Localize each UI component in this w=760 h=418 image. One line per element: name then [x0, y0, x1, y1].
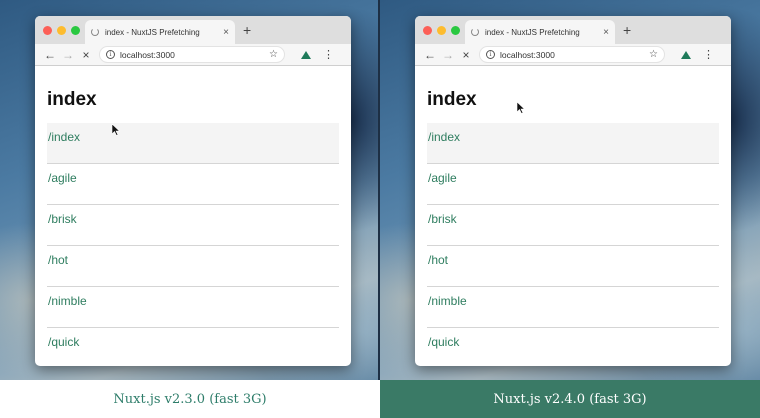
- window-controls: [423, 26, 460, 35]
- address-bar[interactable]: i localhost:3000 ☆: [479, 46, 665, 63]
- browser-tab[interactable]: index - NuxtJS Prefetching ×: [85, 20, 235, 44]
- link-quick[interactable]: /quick: [427, 328, 719, 366]
- browser-menu-icon[interactable]: ⋮: [703, 49, 714, 61]
- link-index[interactable]: /index: [47, 123, 339, 164]
- link-list: /index /agile /brisk /hot /nimble /quick: [427, 123, 719, 366]
- back-arrow-icon[interactable]: ←: [41, 48, 59, 62]
- page-title: index: [47, 89, 97, 110]
- loading-spinner-icon: [471, 28, 479, 36]
- left-recording-panel: index - NuxtJS Prefetching × + ← → × i l…: [0, 0, 380, 380]
- link-agile[interactable]: /agile: [47, 164, 339, 205]
- nuxt-extension-icon[interactable]: [301, 50, 311, 59]
- forward-arrow-icon[interactable]: →: [59, 48, 77, 62]
- nuxt-extension-icon[interactable]: [681, 50, 691, 59]
- loading-spinner-icon: [91, 28, 99, 36]
- link-nimble[interactable]: /nimble: [47, 287, 339, 328]
- tab-close-icon[interactable]: ×: [223, 27, 229, 38]
- tab-title: index - NuxtJS Prefetching: [485, 27, 580, 37]
- new-tab-icon[interactable]: +: [623, 22, 631, 38]
- close-window-button[interactable]: [423, 26, 432, 35]
- window-controls: [43, 26, 80, 35]
- browser-toolbar: ← → × i localhost:3000 ☆ ⋮: [415, 44, 731, 66]
- page-content: index /index /agile /brisk /hot /nimble …: [35, 88, 351, 366]
- tab-title: index - NuxtJS Prefetching: [105, 27, 200, 37]
- forward-arrow-icon[interactable]: →: [439, 48, 457, 62]
- right-recording-panel: index - NuxtJS Prefetching × + ← → × i l…: [380, 0, 760, 380]
- url-text: localhost:3000: [120, 49, 175, 60]
- tab-close-icon[interactable]: ×: [603, 27, 609, 38]
- link-nimble[interactable]: /nimble: [427, 287, 719, 328]
- browser-tab[interactable]: index - NuxtJS Prefetching ×: [465, 20, 615, 44]
- link-hot[interactable]: /hot: [47, 246, 339, 287]
- link-brisk[interactable]: /brisk: [427, 205, 719, 246]
- tab-bar: index - NuxtJS Prefetching × +: [415, 16, 731, 44]
- link-index[interactable]: /index: [427, 123, 719, 164]
- link-quick[interactable]: /quick: [47, 328, 339, 366]
- browser-menu-icon[interactable]: ⋮: [323, 49, 334, 61]
- info-icon[interactable]: i: [106, 50, 115, 59]
- minimize-window-button[interactable]: [57, 26, 66, 35]
- page-content: index /index /agile /brisk /hot /nimble …: [415, 88, 731, 366]
- stop-loading-icon[interactable]: ×: [457, 48, 475, 62]
- link-list: /index /agile /brisk /hot /nimble /quick: [47, 123, 339, 366]
- browser-toolbar: ← → × i localhost:3000 ☆ ⋮: [35, 44, 351, 66]
- version-caption-right: Nuxt.js v2.4.0 (fast 3G): [380, 380, 760, 418]
- page-title: index: [427, 89, 477, 110]
- minimize-window-button[interactable]: [437, 26, 446, 35]
- link-brisk[interactable]: /brisk: [47, 205, 339, 246]
- browser-window: index - NuxtJS Prefetching × + ← → × i l…: [415, 16, 731, 366]
- back-arrow-icon[interactable]: ←: [421, 48, 439, 62]
- info-icon[interactable]: i: [486, 50, 495, 59]
- link-agile[interactable]: /agile: [427, 164, 719, 205]
- close-window-button[interactable]: [43, 26, 52, 35]
- bookmark-star-icon[interactable]: ☆: [649, 49, 658, 60]
- maximize-window-button[interactable]: [71, 26, 80, 35]
- new-tab-icon[interactable]: +: [243, 22, 251, 38]
- address-bar[interactable]: i localhost:3000 ☆: [99, 46, 285, 63]
- maximize-window-button[interactable]: [451, 26, 460, 35]
- browser-window: index - NuxtJS Prefetching × + ← → × i l…: [35, 16, 351, 366]
- tab-bar: index - NuxtJS Prefetching × +: [35, 16, 351, 44]
- stop-loading-icon[interactable]: ×: [77, 48, 95, 62]
- bookmark-star-icon[interactable]: ☆: [269, 49, 278, 60]
- link-hot[interactable]: /hot: [427, 246, 719, 287]
- version-caption-left: Nuxt.js v2.3.0 (fast 3G): [0, 380, 380, 418]
- url-text: localhost:3000: [500, 49, 555, 60]
